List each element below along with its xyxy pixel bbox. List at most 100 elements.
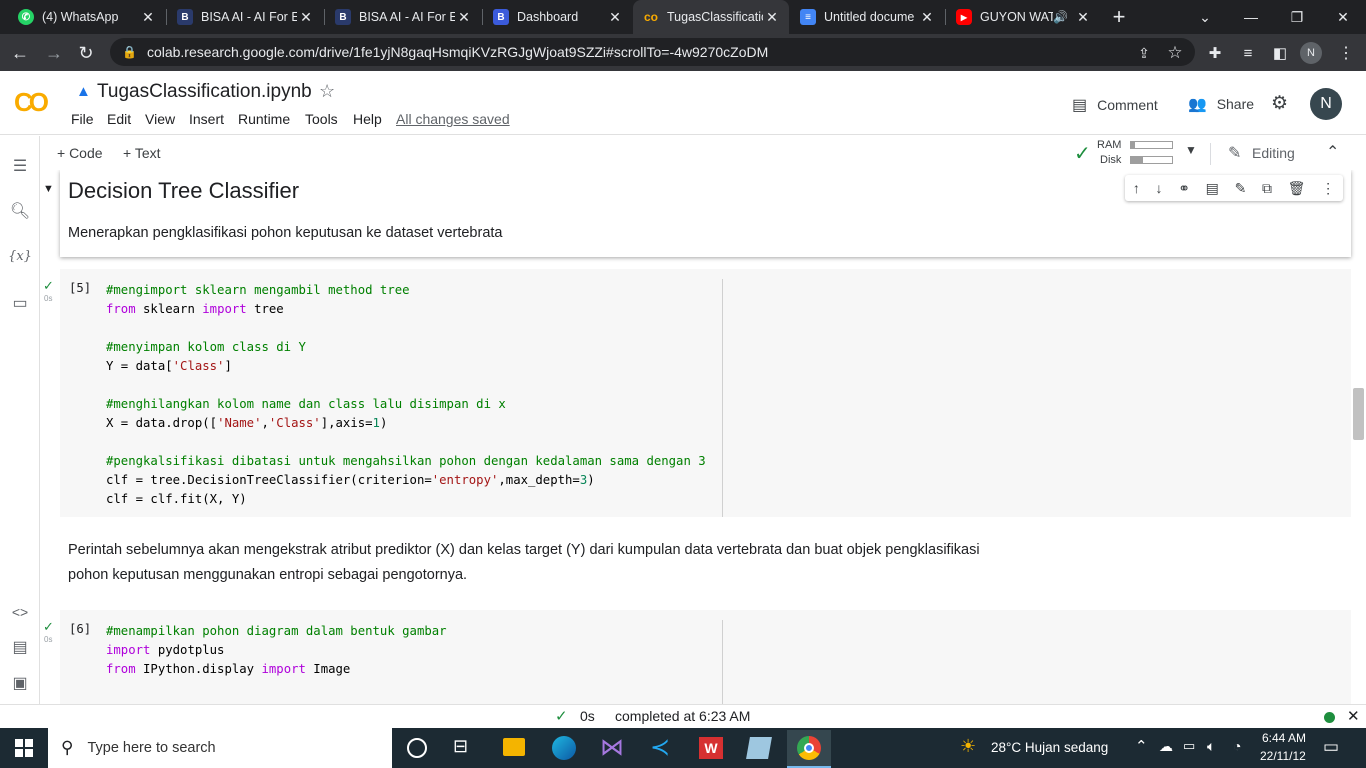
share-button[interactable]: 👥 Share xyxy=(1188,95,1254,113)
collapse-section-icon[interactable]: ▼ xyxy=(43,183,54,195)
move-cell-up-icon[interactable]: ↑ xyxy=(1133,180,1140,196)
close-tab-icon[interactable]: ✕ xyxy=(918,9,936,26)
reload-icon[interactable]: ↻ xyxy=(74,41,98,65)
battery-icon[interactable]: ▭ xyxy=(1183,738,1195,754)
mirror-cell-icon[interactable]: ⧉ xyxy=(1262,180,1272,197)
back-arrow-icon[interactable]: ← xyxy=(8,41,32,65)
menu-runtime[interactable]: Runtime xyxy=(238,111,290,127)
notification-center-icon[interactable]: ▭ xyxy=(1323,737,1339,757)
add-text-button[interactable]: + Text xyxy=(123,145,161,161)
new-tab-button[interactable]: + xyxy=(1100,0,1138,34)
section-text-cell[interactable]: ▼ Decision Tree Classifier Menerapkan pe… xyxy=(43,170,1351,257)
notepad-icon[interactable] xyxy=(746,737,772,759)
comment-button[interactable]: ▤ Comment xyxy=(1072,95,1158,115)
menu-view[interactable]: View xyxy=(145,111,175,127)
close-status-icon[interactable]: ✕ xyxy=(1347,707,1360,725)
collapse-header-icon[interactable]: ⌃ xyxy=(1326,142,1339,162)
close-window-button[interactable]: ✕ xyxy=(1320,0,1366,34)
menu-insert[interactable]: Insert xyxy=(189,111,224,127)
reading-list-icon[interactable]: ≡ xyxy=(1236,41,1260,65)
cortana-icon[interactable] xyxy=(407,738,427,758)
browser-tab-dashboard[interactable]: B Dashboard ✕ xyxy=(483,0,632,34)
notebook-title[interactable]: TugasClassification.ipynb xyxy=(97,81,312,103)
edit-pencil-icon[interactable]: ✎ xyxy=(1235,180,1247,197)
settings-gear-icon[interactable]: ⚙ xyxy=(1271,92,1288,115)
file-explorer-icon[interactable] xyxy=(503,738,525,756)
browser-tab-colab-active[interactable]: co TugasClassificatio ✕ xyxy=(633,0,789,34)
files-folder-icon[interactable]: ▭ xyxy=(8,291,32,315)
close-tab-icon[interactable]: ✕ xyxy=(1074,9,1092,26)
browser-tab-whatsapp[interactable]: ✆ (4) WhatsApp ✕ xyxy=(8,0,165,34)
vscode-icon[interactable]: ≺ xyxy=(650,733,670,762)
avatar[interactable]: N xyxy=(1310,88,1342,120)
save-status-link[interactable]: All changes saved xyxy=(396,111,510,127)
menu-tools[interactable]: Tools xyxy=(305,111,338,127)
variables-icon[interactable]: {x} xyxy=(8,244,32,268)
browser-tab-google-docs[interactable]: ≡ Untitled docume ✕ xyxy=(790,0,944,34)
task-view-icon[interactable]: ⊟ xyxy=(453,736,468,757)
editing-mode-button[interactable]: Editing xyxy=(1252,145,1295,161)
close-tab-icon[interactable]: ✕ xyxy=(139,9,157,26)
star-icon[interactable]: ☆ xyxy=(319,81,335,102)
code-snippets-icon[interactable]: <> xyxy=(8,600,32,624)
link-icon[interactable]: ⚭ xyxy=(1178,180,1190,197)
wifi-icon[interactable]: ◔ xyxy=(1233,738,1241,754)
terminal-icon[interactable]: ▣ xyxy=(8,671,32,695)
browser-menu-icon[interactable]: ⋮ xyxy=(1334,41,1358,65)
table-of-contents-icon[interactable]: ☰ xyxy=(8,154,32,178)
menu-edit[interactable]: Edit xyxy=(107,111,131,127)
minimize-button[interactable]: — xyxy=(1228,0,1274,34)
profile-avatar[interactable]: N xyxy=(1300,42,1322,64)
forward-arrow-icon[interactable]: → xyxy=(42,41,66,65)
windows-start-icon[interactable] xyxy=(15,739,33,757)
code-cell[interactable]: ✓ 0s [5] #mengimport sklearn mengambil m… xyxy=(43,269,1351,517)
add-comment-icon[interactable]: ▤ xyxy=(1206,180,1219,197)
disk-usage-bar[interactable] xyxy=(1130,156,1173,164)
vertical-scrollbar-thumb[interactable] xyxy=(1353,388,1364,440)
runtime-dropdown-icon[interactable]: ▼ xyxy=(1185,143,1197,157)
execution-count[interactable]: [5] xyxy=(69,281,91,295)
add-code-button[interactable]: + Code xyxy=(57,145,103,161)
volume-icon[interactable]: 🔈︎ xyxy=(1207,738,1215,755)
show-hidden-icons-chevron-icon[interactable]: ⌃ xyxy=(1135,737,1148,755)
menu-file[interactable]: File xyxy=(71,111,94,127)
clock-date[interactable]: 22/11/12 xyxy=(1260,749,1306,763)
execution-count[interactable]: [6] xyxy=(69,622,91,636)
code-editor[interactable]: #mengimport sklearn mengambil method tre… xyxy=(106,281,706,509)
close-tab-icon[interactable]: ✕ xyxy=(606,9,624,26)
edge-browser-icon[interactable] xyxy=(552,736,576,760)
move-cell-down-icon[interactable]: ↓ xyxy=(1156,180,1163,196)
markdown-text-cell[interactable]: Perintah sebelumnya akan mengekstrak atr… xyxy=(68,538,1268,588)
clock-time[interactable]: 6:44 AM xyxy=(1262,731,1306,745)
more-options-icon[interactable]: ⋮ xyxy=(1321,180,1335,197)
command-palette-icon[interactable]: ▤ xyxy=(8,635,32,659)
tab-search-chevron-icon[interactable]: ⌄ xyxy=(1182,0,1228,34)
delete-trash-icon[interactable]: 🗑︎ xyxy=(1288,180,1306,197)
chrome-taskbar-button[interactable] xyxy=(787,730,831,768)
visual-studio-icon[interactable]: ⋈ xyxy=(600,733,624,762)
weather-icon[interactable]: ☀ xyxy=(960,736,976,757)
close-tab-icon[interactable]: ✕ xyxy=(763,9,781,26)
share-page-icon[interactable]: ⇪ xyxy=(1132,41,1156,65)
restore-button[interactable]: ❐ xyxy=(1274,0,1320,34)
bookmark-star-icon[interactable]: ☆ xyxy=(1163,41,1187,65)
onedrive-cloud-icon[interactable]: ☁ xyxy=(1159,738,1173,755)
wps-office-icon[interactable]: W xyxy=(699,737,723,759)
browser-tab-bisa-ai-2[interactable]: B BISA AI - AI For E ✕ xyxy=(325,0,481,34)
weather-text[interactable]: 28°C Hujan sedang xyxy=(991,740,1108,755)
browser-tab-bisa-ai-1[interactable]: B BISA AI - AI For E ✕ xyxy=(167,0,323,34)
browser-tab-youtube[interactable]: ▶ GUYON WAT 🔊 ✕ xyxy=(946,0,1100,34)
address-bar[interactable]: 🔒 colab.research.google.com/drive/1fe1yj… xyxy=(110,38,1195,66)
colab-logo[interactable]: CO xyxy=(14,87,49,118)
taskbar-search-box[interactable]: ⚲ Type here to search xyxy=(48,728,392,768)
code-cell[interactable]: ✓ 0s [6] #menampilkan pohon diagram dala… xyxy=(43,610,1351,704)
code-editor[interactable]: #menampilkan pohon diagram dalam bentuk … xyxy=(106,622,447,679)
side-panel-icon[interactable]: ◧ xyxy=(1268,41,1292,65)
close-tab-icon[interactable]: ✕ xyxy=(297,9,315,26)
ram-usage-bar[interactable] xyxy=(1130,141,1173,149)
search-icon[interactable]: 🔍︎ xyxy=(8,199,32,223)
extensions-icon[interactable]: ✚ xyxy=(1203,41,1227,65)
speaker-icon[interactable]: 🔊 xyxy=(1053,10,1068,24)
close-tab-icon[interactable]: ✕ xyxy=(455,9,473,26)
completion-status[interactable]: completed at 6:23 AM xyxy=(615,708,750,724)
